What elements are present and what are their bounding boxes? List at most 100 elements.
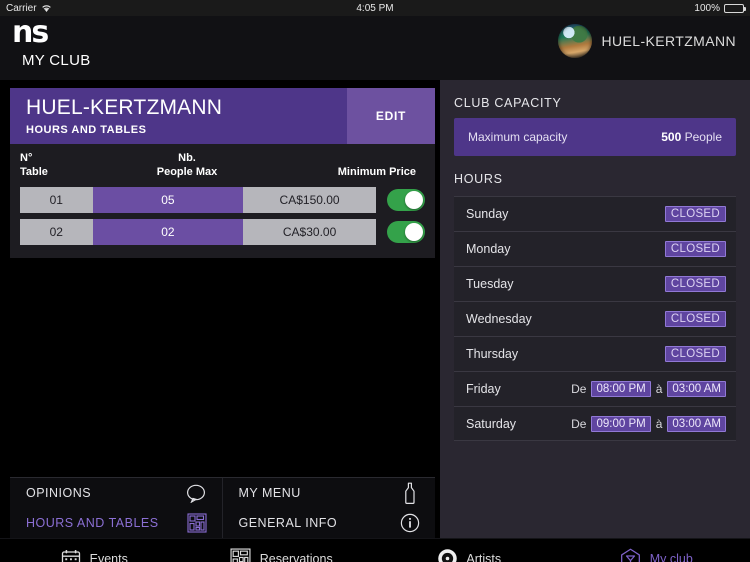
main-content: HUEL-KERTZMANN HOURS AND TABLES EDIT N° …: [0, 80, 750, 538]
hours-time-group: De 09:00 PM à 03:00 AM: [571, 415, 726, 432]
edit-button[interactable]: EDIT: [347, 88, 435, 144]
tables-panel: N° Table Nb. People Max Minimum Price 01…: [10, 144, 435, 258]
club-card-header: HUEL-KERTZMANN HOURS AND TABLES EDIT: [10, 88, 435, 144]
club-card-subtitle: HOURS AND TABLES: [26, 124, 147, 136]
user-account-chip[interactable]: HUEL-KERTZMANN: [557, 24, 736, 58]
to-label: à: [655, 382, 663, 396]
menu-item-my-menu[interactable]: MY MENU: [223, 478, 436, 508]
maximum-capacity-value: 500 People: [661, 130, 722, 144]
status-bar-time: 4:05 PM: [356, 2, 394, 14]
table-people-max-cell[interactable]: 02: [92, 218, 244, 245]
maximum-capacity-unit: People: [684, 130, 722, 144]
column-header-people: Nb. People Max: [102, 152, 272, 180]
open-time-field[interactable]: 09:00 PM: [591, 415, 651, 432]
tables-header-row: N° Table Nb. People Max Minimum Price: [10, 152, 435, 184]
from-label: De: [571, 416, 587, 431]
info-circle-icon: [399, 512, 421, 534]
speech-bubble-icon: [186, 482, 208, 504]
club-name: HUEL-KERTZMANN: [26, 96, 223, 119]
tab-artists-label: Artists: [466, 551, 502, 562]
left-pane: HUEL-KERTZMANN HOURS AND TABLES EDIT N° …: [0, 80, 440, 538]
hours-row-thursday[interactable]: Thursday CLOSED: [454, 336, 736, 371]
page-title: MY CLUB: [22, 52, 91, 69]
close-time-field[interactable]: 03:00 AM: [667, 381, 726, 397]
open-time-field[interactable]: 08:00 PM: [591, 381, 651, 397]
tab-events-label: Events: [89, 551, 128, 562]
table-number-cell[interactable]: 01: [20, 186, 93, 213]
table-row[interactable]: 01 05 CA$150.00: [10, 184, 435, 216]
hours-list: Sunday CLOSED Monday CLOSED Tuesday CLOS…: [454, 196, 736, 441]
cocktail-house-icon: [620, 548, 642, 562]
brand-block: ns MY CLUB: [12, 15, 91, 70]
app-screen: Carrier 4:05 PM 100% ns MY CLUB HUEL-KER…: [0, 0, 750, 562]
menu-item-opinions-label: OPINIONS: [26, 486, 92, 500]
ns-logo-icon: ns: [12, 15, 49, 50]
to-label: à: [655, 416, 663, 431]
column-header-people-line2: People Max: [156, 165, 218, 178]
hours-section-label: HOURS: [454, 172, 503, 186]
table-people-max-cell[interactable]: 05: [92, 186, 244, 213]
hours-row-sunday[interactable]: Sunday CLOSED: [454, 196, 736, 231]
status-bar-right: 100%: [694, 2, 746, 14]
status-badge: CLOSED: [664, 276, 726, 292]
column-header-number-line2: Table: [20, 165, 48, 178]
hours-row-tuesday[interactable]: Tuesday CLOSED: [454, 266, 736, 301]
vinyl-disc-icon: [436, 548, 458, 562]
day-label: Wednesday: [466, 312, 532, 326]
table-enabled-toggle[interactable]: [386, 188, 425, 211]
table-row[interactable]: 02 02 CA$30.00: [10, 216, 435, 248]
day-label: Tuesday: [466, 277, 514, 291]
bottom-tab-bar: Events Reservations Artists My club: [0, 538, 750, 562]
menu-item-general-info-label: GENERAL INFO: [238, 516, 338, 530]
tab-artists[interactable]: Artists: [375, 548, 563, 562]
tables-grid-icon: [230, 548, 252, 562]
hours-time-group: De 08:00 PM à 03:00 AM: [571, 381, 726, 397]
status-badge: CLOSED: [664, 311, 726, 327]
table-number-cell[interactable]: 02: [20, 218, 93, 245]
from-label: De: [571, 382, 587, 396]
day-label: Saturday: [466, 416, 517, 431]
tab-my-club-label: My club: [649, 551, 693, 562]
menu-item-my-menu-label: MY MENU: [238, 486, 301, 500]
hours-row-friday[interactable]: Friday De 08:00 PM à 03:00 AM: [454, 371, 736, 406]
day-label: Monday: [466, 242, 511, 256]
avatar: [557, 24, 592, 58]
menu-item-hours-and-tables[interactable]: HOURS AND TABLES: [10, 508, 223, 538]
column-header-price: Minimum Price: [337, 165, 416, 178]
tables-grid-icon: [186, 512, 208, 534]
battery-percent-label: 100%: [694, 2, 720, 14]
user-name-label: HUEL-KERTZMANN: [601, 33, 736, 49]
table-min-price-cell[interactable]: CA$150.00: [243, 186, 376, 213]
maximum-capacity-number: 500: [661, 130, 682, 144]
column-header-number: N° Table: [20, 152, 102, 180]
right-pane: CLUB CAPACITY Maximum capacity 500 Peopl…: [440, 80, 750, 538]
table-enabled-toggle[interactable]: [386, 220, 425, 243]
status-badge: CLOSED: [664, 206, 726, 222]
column-header-people-line1: Nb.: [178, 152, 196, 164]
table-min-price-cell[interactable]: CA$30.00: [243, 218, 376, 245]
status-badge: CLOSED: [664, 241, 726, 257]
hours-row-monday[interactable]: Monday CLOSED: [454, 231, 736, 266]
tab-my-club[interactable]: My club: [563, 548, 750, 562]
close-time-field[interactable]: 03:00 AM: [667, 415, 726, 432]
tab-events[interactable]: Events: [0, 548, 188, 562]
bottle-icon: [399, 482, 421, 504]
tab-reservations-label: Reservations: [259, 551, 333, 562]
tab-reservations[interactable]: Reservations: [188, 548, 376, 562]
hours-row-saturday[interactable]: Saturday De 09:00 PM à 03:00 AM: [454, 406, 736, 441]
menu-item-opinions[interactable]: OPINIONS: [10, 478, 223, 508]
status-badge: CLOSED: [664, 346, 726, 362]
app-nav-bar: ns MY CLUB HUEL-KERTZMANN: [0, 16, 750, 80]
menu-item-general-info[interactable]: GENERAL INFO: [223, 508, 436, 538]
club-card-title-box: HUEL-KERTZMANN HOURS AND TABLES: [10, 88, 347, 144]
calendar-icon: [60, 548, 82, 562]
day-label: Sunday: [466, 207, 509, 221]
hours-row-wednesday[interactable]: Wednesday CLOSED: [454, 301, 736, 336]
club-capacity-section-label: CLUB CAPACITY: [454, 96, 562, 110]
club-sections-menu: OPINIONS MY MENU HOURS AND TABLES GENERA…: [10, 477, 435, 538]
column-header-number-line1: N°: [20, 152, 33, 164]
maximum-capacity-label: Maximum capacity: [468, 130, 568, 144]
battery-full-icon: [724, 3, 746, 13]
maximum-capacity-row[interactable]: Maximum capacity 500 People: [454, 118, 736, 156]
day-label: Friday: [466, 382, 501, 396]
